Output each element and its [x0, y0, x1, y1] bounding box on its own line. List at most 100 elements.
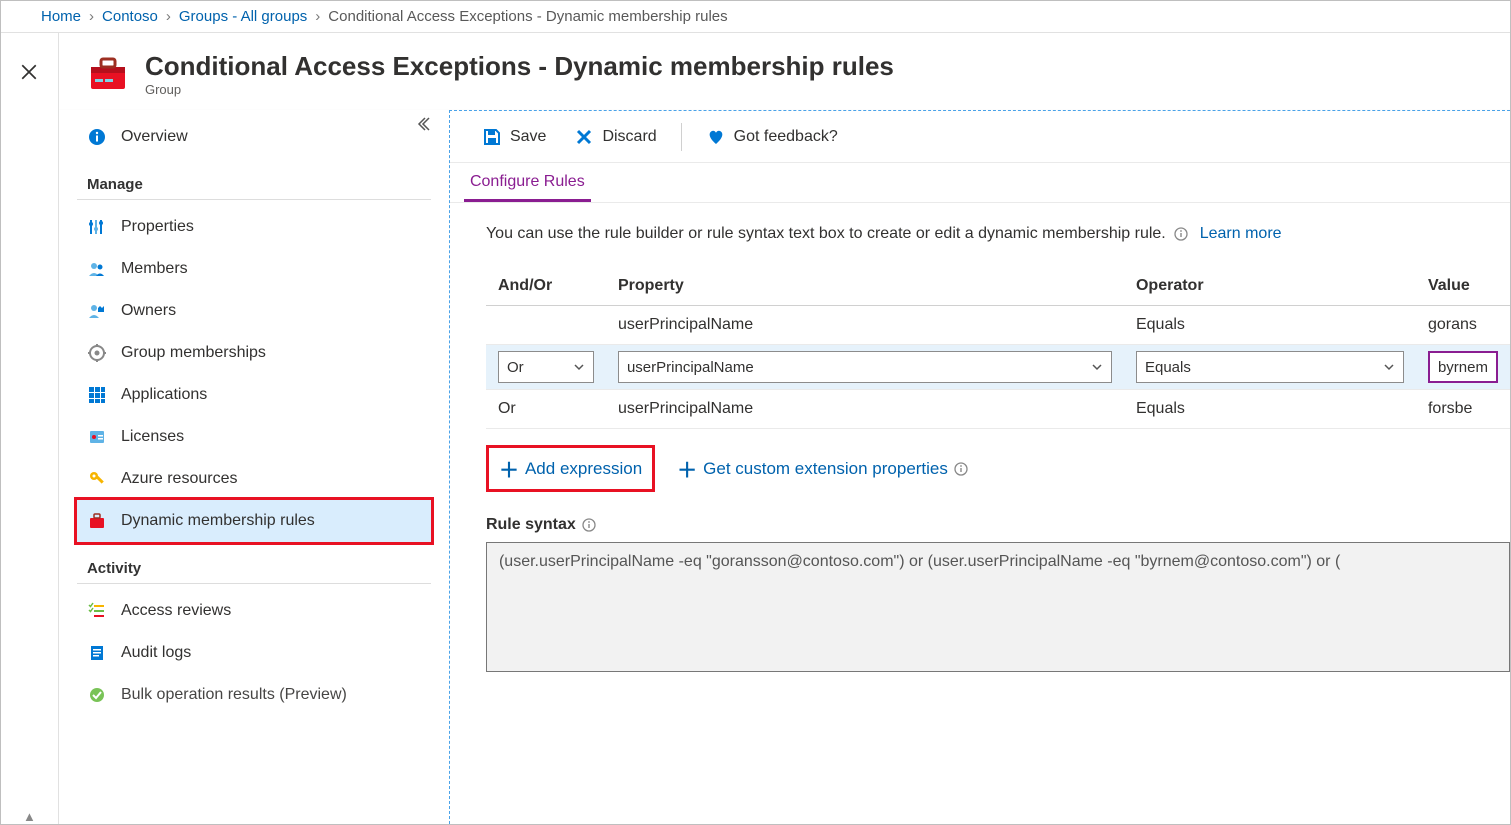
cell-andor: Or: [486, 390, 606, 429]
nav-label: Overview: [121, 128, 188, 146]
chevron-down-icon: [1383, 361, 1395, 373]
breadcrumb-contoso[interactable]: Contoso: [102, 8, 158, 25]
log-icon: [87, 643, 107, 663]
divider: [681, 123, 682, 151]
cell-value: gorans: [1416, 306, 1510, 345]
pane-body: You can use the rule builder or rule syn…: [450, 203, 1510, 824]
nav-bulk-operations[interactable]: Bulk operation results (Preview): [77, 674, 431, 716]
value-input[interactable]: byrnem: [1428, 351, 1498, 383]
cell-value: forsbe: [1416, 390, 1510, 429]
save-icon: [482, 127, 502, 147]
nav-label: Owners: [121, 302, 176, 320]
info-icon[interactable]: [1174, 227, 1188, 241]
nav-licenses[interactable]: Licenses: [77, 416, 431, 458]
owners-icon: [87, 301, 107, 321]
andor-dropdown[interactable]: Or: [498, 351, 594, 383]
col-header-property: Property: [606, 269, 1124, 306]
chevron-right-icon: ›: [89, 8, 94, 25]
nav-dynamic-membership-rules[interactable]: Dynamic membership rules: [77, 500, 431, 542]
grid-icon: [87, 385, 107, 405]
nav-overview[interactable]: Overview: [77, 116, 431, 158]
page-title: Conditional Access Exceptions - Dynamic …: [145, 51, 894, 82]
close-column: ▲: [1, 33, 59, 824]
nav-label: Licenses: [121, 428, 184, 446]
cell-property: userPrincipalName: [606, 306, 1124, 345]
nav-label: Access reviews: [121, 602, 231, 620]
briefcase-icon: [89, 55, 127, 93]
cell-andor: [486, 306, 606, 345]
col-header-operator: Operator: [1124, 269, 1416, 306]
rule-row-selected[interactable]: Or userPrincipalName: [486, 345, 1510, 390]
nav-section-manage: Manage: [77, 158, 431, 200]
key-icon: [87, 469, 107, 489]
save-label: Save: [510, 128, 546, 146]
chevron-down-icon: [1091, 361, 1103, 373]
nav-members[interactable]: Members: [77, 248, 431, 290]
plus-icon: ＋: [677, 454, 697, 483]
page-header: Conditional Access Exceptions - Dynamic …: [59, 33, 1510, 110]
chevron-down-icon: [573, 361, 585, 373]
nav-label: Azure resources: [121, 470, 238, 488]
detail-pane: Save Discard: [449, 110, 1510, 824]
info-icon: [87, 127, 107, 147]
sliders-icon: [87, 217, 107, 237]
gear-icon: [87, 343, 107, 363]
nav-section-activity: Activity: [77, 542, 431, 584]
learn-more-link[interactable]: Learn more: [1200, 225, 1282, 243]
breadcrumb-home[interactable]: Home: [41, 8, 81, 25]
tab-row: Configure Rules: [450, 163, 1510, 203]
add-expression-label: Add expression: [525, 459, 642, 479]
close-button[interactable]: [20, 63, 38, 824]
info-icon[interactable]: [582, 518, 596, 532]
breadcrumb-groups[interactable]: Groups - All groups: [179, 8, 307, 25]
left-nav: Overview Manage Properties Members: [59, 110, 449, 824]
bulk-icon: [87, 685, 107, 705]
operator-dropdown[interactable]: Equals: [1136, 351, 1404, 383]
checklist-icon: [87, 601, 107, 621]
nav-label: Applications: [121, 386, 207, 404]
rule-syntax-textbox[interactable]: (user.userPrincipalName -eq "goransson@c…: [486, 542, 1510, 672]
members-icon: [87, 259, 107, 279]
intro-text: You can use the rule builder or rule syn…: [486, 225, 1510, 243]
rule-row[interactable]: userPrincipalName Equals gorans: [486, 306, 1510, 345]
discard-label: Discard: [602, 128, 656, 146]
tab-configure-rules[interactable]: Configure Rules: [464, 163, 591, 202]
page-subtitle: Group: [145, 82, 894, 97]
breadcrumb: Home › Contoso › Groups - All groups › C…: [1, 1, 1510, 33]
feedback-button[interactable]: Got feedback?: [694, 121, 850, 153]
feedback-label: Got feedback?: [734, 128, 838, 146]
briefcase-icon: [87, 511, 107, 531]
collapse-nav-button[interactable]: [415, 116, 431, 132]
nav-properties[interactable]: Properties: [77, 206, 431, 248]
nav-applications[interactable]: Applications: [77, 374, 431, 416]
rule-row[interactable]: Or userPrincipalName Equals forsbe: [486, 390, 1510, 429]
chevron-right-icon: ›: [166, 8, 171, 25]
cell-operator: Equals: [1124, 306, 1416, 345]
nav-group-memberships[interactable]: Group memberships: [77, 332, 431, 374]
col-header-value: Value: [1416, 269, 1510, 306]
get-custom-label: Get custom extension properties: [703, 459, 948, 479]
close-icon: [574, 127, 594, 147]
scroll-up-icon[interactable]: ▲: [23, 809, 36, 824]
add-expression-button[interactable]: ＋ Add expression: [486, 445, 655, 492]
property-dropdown[interactable]: userPrincipalName: [618, 351, 1112, 383]
nav-label: Audit logs: [121, 644, 191, 662]
chevron-right-icon: ›: [315, 8, 320, 25]
rule-syntax-label: Rule syntax: [486, 516, 1510, 534]
rule-table: And/Or Property Operator Value userPrinc…: [486, 269, 1510, 429]
command-bar: Save Discard: [450, 111, 1510, 163]
heart-icon: [706, 127, 726, 147]
cell-property: userPrincipalName: [606, 390, 1124, 429]
nav-access-reviews[interactable]: Access reviews: [77, 590, 431, 632]
nav-owners[interactable]: Owners: [77, 290, 431, 332]
nav-azure-resources[interactable]: Azure resources: [77, 458, 431, 500]
nav-label: Properties: [121, 218, 194, 236]
discard-button[interactable]: Discard: [562, 121, 668, 153]
nav-label: Members: [121, 260, 188, 278]
info-icon[interactable]: [954, 462, 968, 476]
save-button[interactable]: Save: [470, 121, 558, 153]
get-custom-extension-button[interactable]: ＋ Get custom extension properties: [669, 448, 976, 489]
nav-audit-logs[interactable]: Audit logs: [77, 632, 431, 674]
cell-operator: Equals: [1124, 390, 1416, 429]
nav-label: Group memberships: [121, 344, 266, 362]
